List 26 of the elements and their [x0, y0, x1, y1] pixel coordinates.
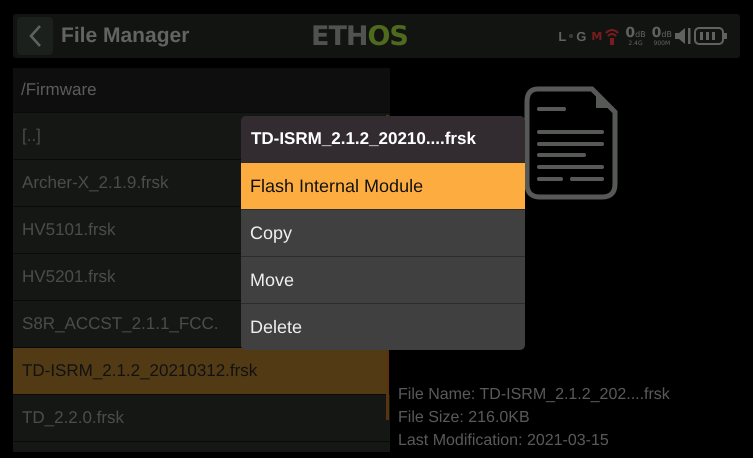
logo: ETHOS — [311, 20, 408, 52]
rssi-value: 0 — [625, 26, 636, 40]
rssi-unit: dB — [661, 30, 672, 38]
detail-line: Last Modification: 2021-03-15 — [398, 431, 610, 451]
menu-item[interactable]: Flash Internal Module — [241, 162, 525, 209]
menu-item[interactable]: Move — [241, 256, 525, 303]
antenna-icon — [605, 26, 620, 46]
back-button[interactable] — [17, 17, 53, 55]
menu-title: TD-ISRM_2.1.2_20210....frsk — [241, 116, 525, 162]
rssi-value: 0 — [652, 26, 662, 40]
trim-marker: L — [558, 28, 566, 44]
screen-title: File Manager — [61, 24, 190, 48]
detail-line: File Name: TD-ISRM_2.1.2_202....frsk — [398, 385, 670, 405]
menu-item[interactable]: Copy — [241, 209, 525, 256]
battery-icon — [694, 27, 728, 45]
file-row[interactable]: TD-ISRM_2.1.2_20210312.frsk — [13, 347, 386, 394]
folder-path: /Firmware — [13, 68, 390, 112]
speaker-icon[interactable] — [675, 27, 691, 45]
menu-item[interactable]: Delete — [241, 303, 525, 350]
document-icon — [524, 86, 618, 200]
gps-marker: G — [576, 28, 586, 44]
module-mark: M — [591, 30, 602, 42]
rssi-unit: dB — [635, 30, 646, 38]
chevron-left-icon — [28, 24, 42, 48]
status-dot — [569, 34, 574, 38]
detail-line: File Size: 216.0KB — [398, 408, 531, 428]
